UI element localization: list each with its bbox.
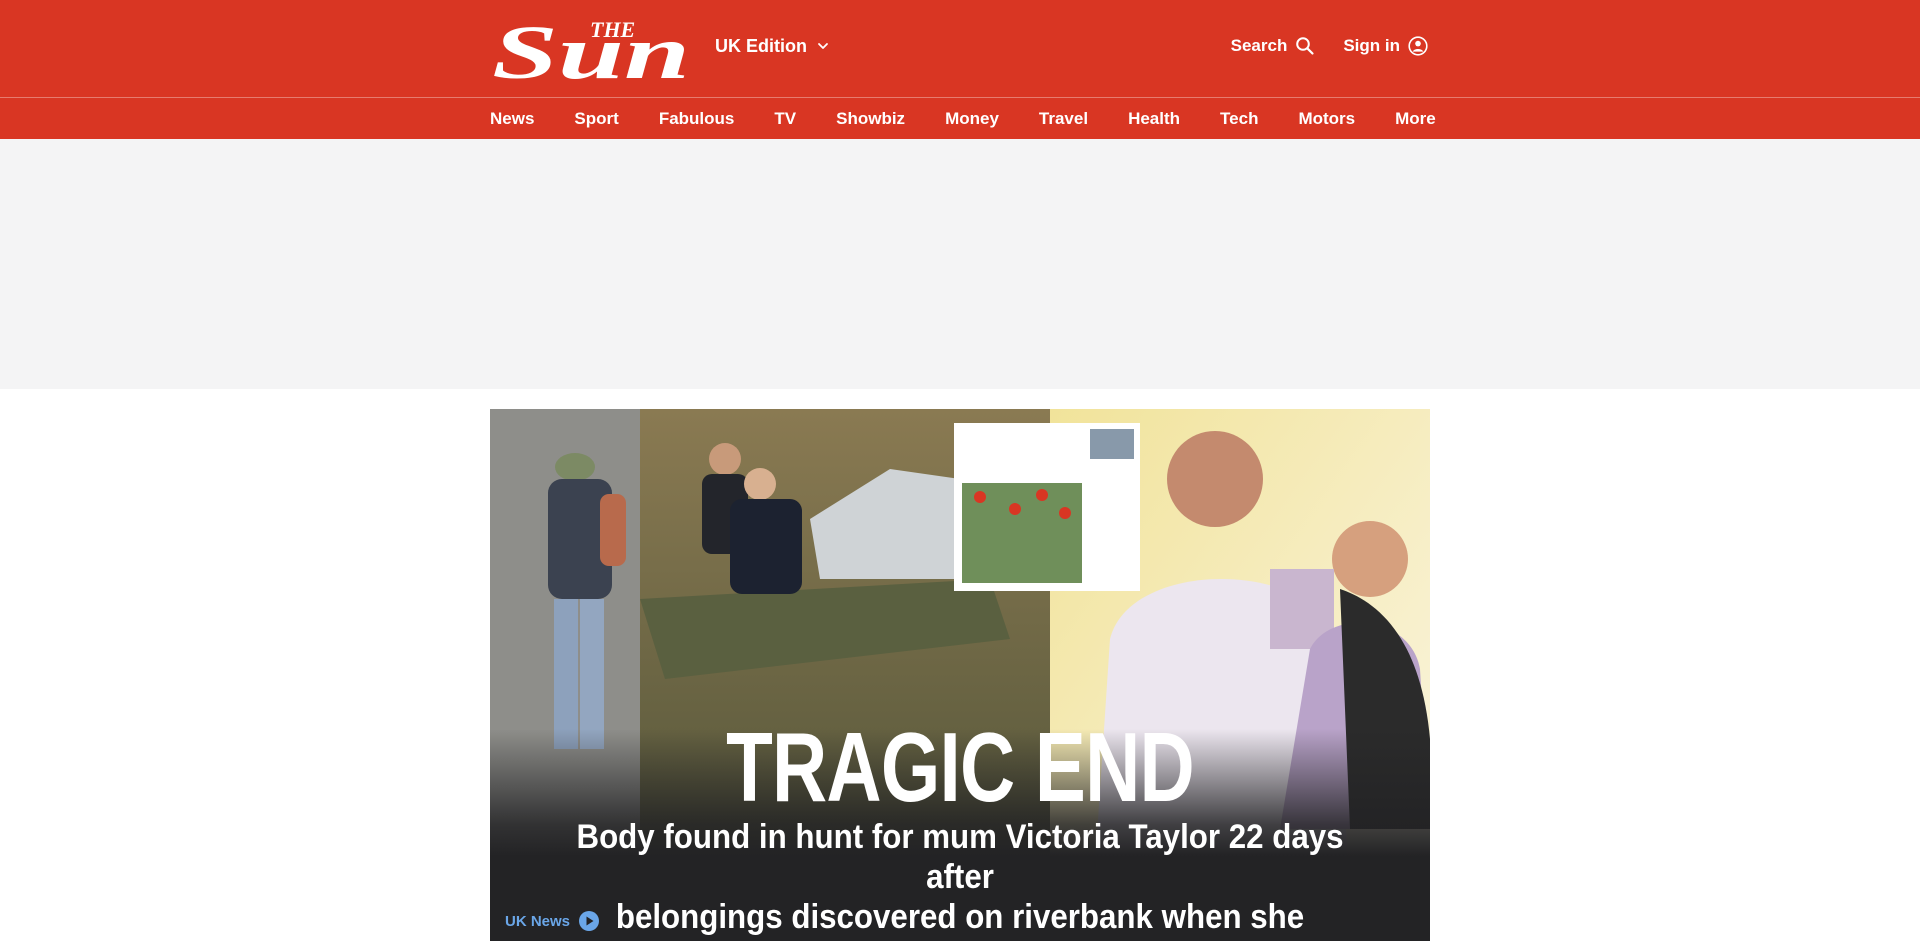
search-label: Search	[1230, 36, 1288, 55]
nav-item-health[interactable]: Health	[1128, 109, 1180, 129]
headline-line-2: belongings discovered on riverbank when …	[615, 898, 1305, 941]
nav-item-tv[interactable]: TV	[774, 109, 796, 129]
nav-item-news[interactable]: News	[490, 109, 534, 129]
ad-slot	[0, 139, 1920, 389]
hero-kicker[interactable]: TRAGIC END	[593, 711, 1326, 824]
nav-item-tech[interactable]: Tech	[1220, 109, 1258, 129]
signin-button[interactable]: Sign in	[1343, 36, 1428, 56]
nav-item-travel[interactable]: Travel	[1039, 109, 1088, 129]
the-sun-logo[interactable]: THE Sun	[490, 14, 695, 84]
search-button[interactable]: Search	[1231, 36, 1316, 56]
nav-item-sport[interactable]: Sport	[574, 109, 618, 129]
main-nav: News Sport Fabulous TV Showbiz Money Tra…	[0, 98, 1920, 139]
site-header: THE Sun UK Edition Search Sign in	[0, 0, 1920, 98]
edition-selector[interactable]: UK Edition	[715, 34, 829, 58]
nav-item-showbiz[interactable]: Showbiz	[836, 109, 905, 129]
chevron-down-icon	[818, 43, 828, 49]
edition-label: UK Edition	[715, 35, 807, 56]
nav-item-money[interactable]: Money	[945, 109, 999, 129]
section-label: UK News	[505, 912, 571, 930]
play-icon	[579, 911, 600, 931]
section-tag[interactable]: UK News	[505, 909, 600, 933]
logo-large-text: Sun	[492, 14, 690, 84]
nav-item-fabulous[interactable]: Fabulous	[659, 109, 735, 129]
signin-label: Sign in	[1343, 36, 1400, 55]
header-actions: Search Sign in	[1231, 34, 1428, 58]
nav-list: News Sport Fabulous TV Showbiz Money Tra…	[490, 98, 1436, 139]
hero-headline[interactable]: Body found in hunt for mum Victoria Tayl…	[546, 817, 1374, 941]
nav-item-more[interactable]: More	[1395, 109, 1436, 129]
user-icon	[1408, 36, 1428, 56]
search-icon	[1296, 37, 1314, 55]
map-graphic	[954, 423, 1140, 591]
nav-item-motors[interactable]: Motors	[1298, 109, 1355, 129]
headline-line-1: Body found in hunt for mum Victoria Tayl…	[576, 818, 1344, 896]
hero-article[interactable]: TRAGIC END Body found in hunt for mum Vi…	[490, 409, 1430, 941]
